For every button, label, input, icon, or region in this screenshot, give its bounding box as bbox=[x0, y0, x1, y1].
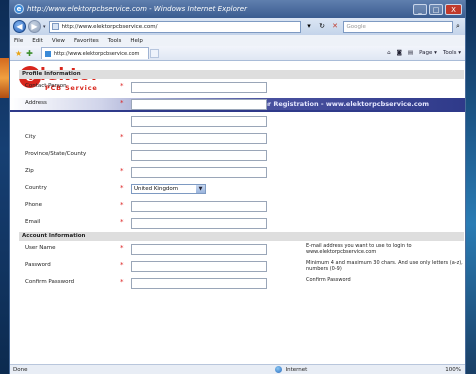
required-mark: * bbox=[120, 278, 124, 286]
form-row-city: City * bbox=[19, 130, 464, 147]
address-label: Address bbox=[25, 100, 47, 106]
form-row-contact-person: Contact Person * bbox=[19, 79, 464, 96]
command-bar: ★ ✚ http://www.elektorpcbservice.com ⌂ ◙… bbox=[10, 46, 465, 61]
status-text: Done bbox=[13, 366, 28, 373]
history-dropdown-icon[interactable]: ▾ bbox=[43, 24, 46, 30]
address-url: http://www.elektorpcbservice.com/ bbox=[61, 23, 158, 30]
province-label: Province/State/County bbox=[25, 151, 87, 157]
country-label: Country bbox=[25, 185, 47, 191]
page-favicon-icon bbox=[51, 23, 59, 30]
address-field[interactable]: http://www.elektorpcbservice.com/ bbox=[48, 20, 301, 33]
zone-label: Internet bbox=[285, 366, 308, 373]
required-mark: * bbox=[120, 244, 124, 252]
registration-form: Profile Information Contact Person * Add… bbox=[19, 70, 464, 292]
menu-edit[interactable]: Edit bbox=[32, 38, 43, 44]
form-row-address-2 bbox=[19, 113, 464, 130]
form-row-confirm-password: Confirm Password * Confirm Password bbox=[19, 275, 464, 292]
username-input[interactable] bbox=[131, 244, 267, 255]
required-mark: * bbox=[120, 99, 124, 107]
phone-input[interactable] bbox=[131, 201, 267, 212]
security-zone: Internet bbox=[275, 366, 307, 373]
password-hint: Minimum 4 and maximum 30 chars. And use … bbox=[306, 260, 463, 272]
required-mark: * bbox=[120, 82, 124, 90]
country-select[interactable]: United Kingdom ▼ bbox=[131, 184, 206, 194]
print-icon[interactable]: ▤ bbox=[408, 50, 413, 56]
form-row-country: Country * United Kingdom ▼ bbox=[19, 181, 464, 198]
search-input[interactable]: Google bbox=[342, 20, 453, 33]
new-tab-button[interactable] bbox=[149, 48, 159, 58]
required-mark: * bbox=[120, 133, 124, 141]
tools-menu[interactable]: Tools ▾ bbox=[443, 50, 461, 56]
form-row-zip: Zip * bbox=[19, 164, 464, 181]
address-dropdown-icon[interactable]: ▾ bbox=[304, 21, 315, 32]
favorites-star-icon[interactable]: ★ bbox=[15, 49, 22, 58]
title-bar[interactable]: e http://www.elektorpcbservice.com - Win… bbox=[10, 0, 465, 18]
home-icon[interactable]: ⌂ bbox=[387, 50, 391, 56]
menu-favorites[interactable]: Favorites bbox=[74, 38, 99, 44]
form-row-password: Password * Minimum 4 and maximum 30 char… bbox=[19, 258, 464, 275]
address-input-1[interactable] bbox=[131, 99, 267, 110]
menu-file[interactable]: File bbox=[14, 38, 23, 44]
tab-current[interactable]: http://www.elektorpcbservice.com bbox=[40, 47, 149, 59]
city-input[interactable] bbox=[131, 133, 267, 144]
page-menu[interactable]: Page ▾ bbox=[419, 50, 437, 56]
confirm-password-hint: Confirm Password bbox=[306, 277, 351, 283]
search-icon[interactable]: ⌕ bbox=[453, 21, 464, 33]
required-mark: * bbox=[120, 167, 124, 175]
confirm-password-label: Confirm Password bbox=[25, 279, 75, 285]
close-button[interactable]: X bbox=[445, 3, 462, 15]
contact-person-label: Contact Person bbox=[25, 83, 67, 89]
account-section-header: Account Information bbox=[19, 232, 464, 241]
globe-icon bbox=[275, 366, 283, 373]
phone-label: Phone bbox=[25, 202, 43, 208]
chevron-down-icon[interactable]: ▼ bbox=[196, 185, 205, 193]
back-icon[interactable]: ◀ bbox=[13, 20, 26, 33]
required-mark: * bbox=[120, 218, 124, 226]
form-row-province: Province/State/County bbox=[19, 147, 464, 164]
feeds-icon[interactable]: ◙ bbox=[397, 50, 402, 56]
zip-label: Zip bbox=[25, 168, 34, 174]
profile-section-header: Profile Information bbox=[19, 70, 464, 79]
browser-window: e http://www.elektorpcbservice.com - Win… bbox=[9, 0, 466, 374]
province-input[interactable] bbox=[131, 150, 267, 161]
minimize-button[interactable]: _ bbox=[413, 3, 427, 15]
form-row-phone: Phone * bbox=[19, 198, 464, 215]
required-mark: * bbox=[120, 184, 124, 192]
password-label: Password bbox=[25, 262, 51, 268]
menu-view[interactable]: View bbox=[52, 38, 65, 44]
menu-help[interactable]: Help bbox=[130, 38, 143, 44]
form-row-address: Address * bbox=[19, 96, 464, 113]
stop-icon[interactable]: ✕ bbox=[330, 21, 341, 32]
address-input-2[interactable] bbox=[131, 116, 267, 127]
password-input[interactable] bbox=[131, 261, 267, 272]
required-mark: * bbox=[120, 261, 124, 269]
username-label: User Name bbox=[25, 245, 56, 251]
refresh-icon[interactable]: ↻ bbox=[317, 21, 328, 32]
menu-bar: File Edit View Favorites Tools Help bbox=[10, 35, 465, 46]
email-label: Email bbox=[25, 219, 41, 225]
form-row-username: User Name * E-mail address you want to u… bbox=[19, 241, 464, 258]
address-toolbar: ◀ ▶ ▾ http://www.elektorpcbservice.com/ … bbox=[10, 18, 465, 35]
form-row-email: Email * bbox=[19, 215, 464, 232]
tab-favicon-icon bbox=[44, 50, 51, 57]
confirm-password-input[interactable] bbox=[131, 278, 267, 289]
add-favorites-icon[interactable]: ✚ bbox=[26, 49, 33, 58]
status-bar: Done Internet 100% bbox=[10, 364, 465, 374]
city-label: City bbox=[25, 134, 36, 140]
zip-input[interactable] bbox=[131, 167, 267, 178]
required-mark: * bbox=[120, 201, 124, 209]
contact-person-input[interactable] bbox=[131, 82, 267, 93]
tab-title: http://www.elektorpcbservice.com bbox=[53, 50, 140, 57]
ie-icon: e bbox=[14, 4, 24, 14]
forward-icon[interactable]: ▶ bbox=[28, 20, 41, 33]
zoom-level[interactable]: 100% bbox=[445, 367, 461, 373]
username-hint: E-mail address you want to use to login … bbox=[306, 243, 412, 255]
country-value: United Kingdom bbox=[134, 186, 179, 192]
menu-tools[interactable]: Tools bbox=[108, 38, 122, 44]
maximize-button[interactable]: □ bbox=[429, 3, 443, 15]
email-input[interactable] bbox=[131, 218, 267, 229]
window-title: http://www.elektorpcbservice.com - Windo… bbox=[27, 5, 247, 13]
